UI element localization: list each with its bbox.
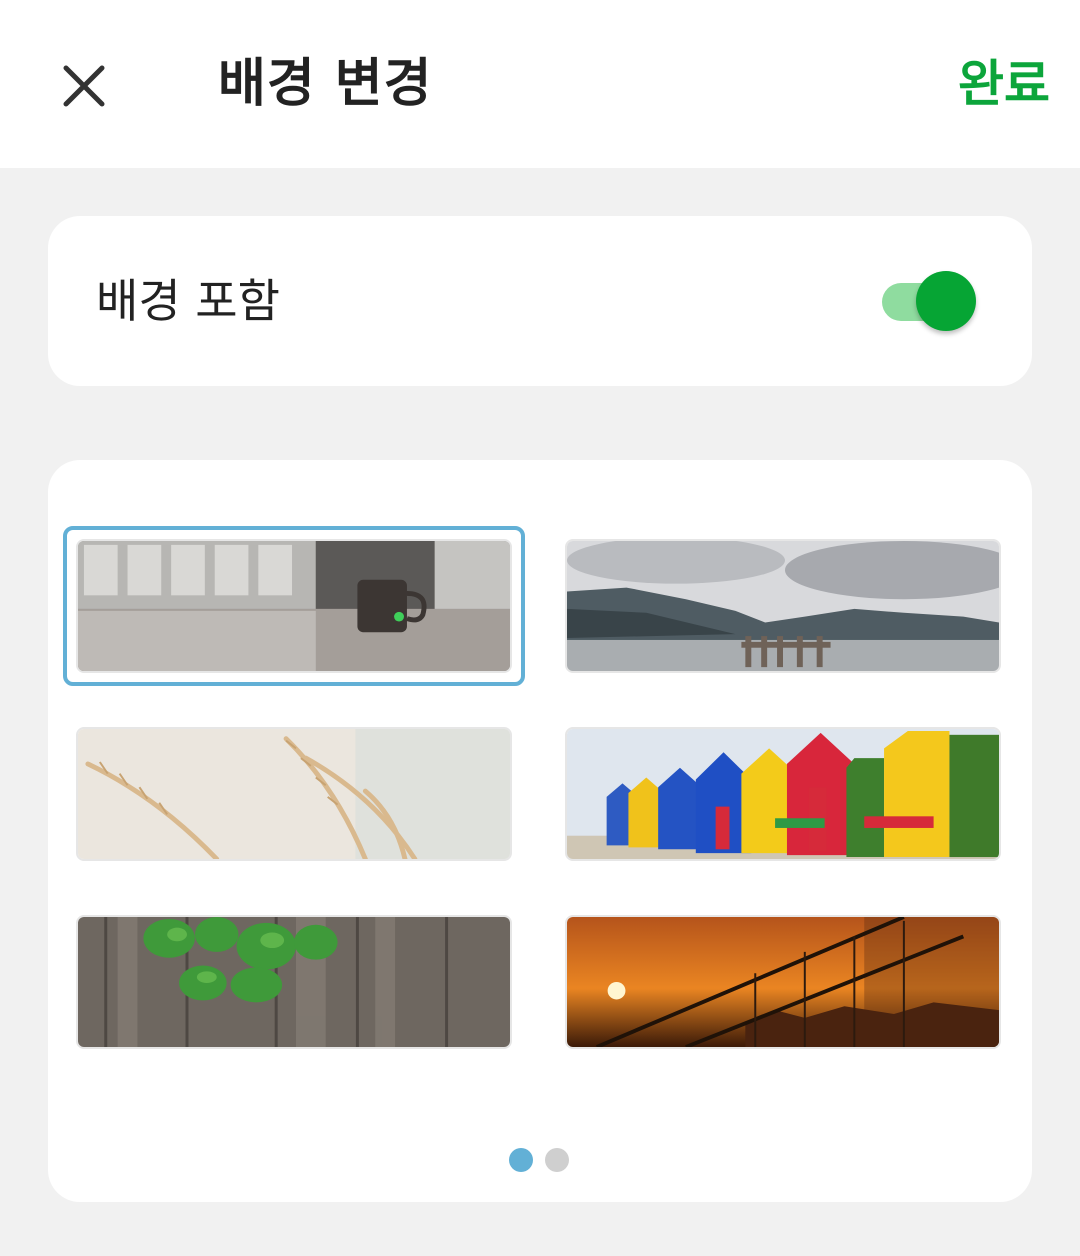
ivy-wood-fence-image [78,917,510,1047]
close-button[interactable] [52,54,116,118]
page-dot-1[interactable] [509,1148,533,1172]
wheat-grass-image [78,729,510,859]
background-option-beach-huts[interactable] [565,727,1001,861]
background-option-lake-pier[interactable] [565,539,1001,673]
office-mug-image [78,541,510,671]
background-option-wheat-grass[interactable] [76,727,512,861]
page-indicator [509,1148,569,1174]
background-option-office-mug[interactable] [76,539,512,673]
sunset-bridge-image [567,917,999,1047]
include-background-label: 배경 포함 [96,274,280,328]
include-background-card: 배경 포함 [48,216,1032,386]
done-button[interactable]: 완료 [958,52,1050,116]
page-dot-2[interactable] [545,1148,569,1172]
include-background-toggle[interactable] [880,271,980,331]
background-picker-card [48,460,1032,1202]
toggle-thumb [916,271,976,331]
top-bar: 배경 변경 완료 [0,0,1080,168]
close-icon [63,65,105,107]
beach-huts-image [567,729,999,859]
page-title: 배경 변경 [218,54,433,114]
background-option-sunset-bridge[interactable] [565,915,1001,1049]
background-option-ivy-wood-fence[interactable] [76,915,512,1049]
lake-pier-image [567,541,999,671]
